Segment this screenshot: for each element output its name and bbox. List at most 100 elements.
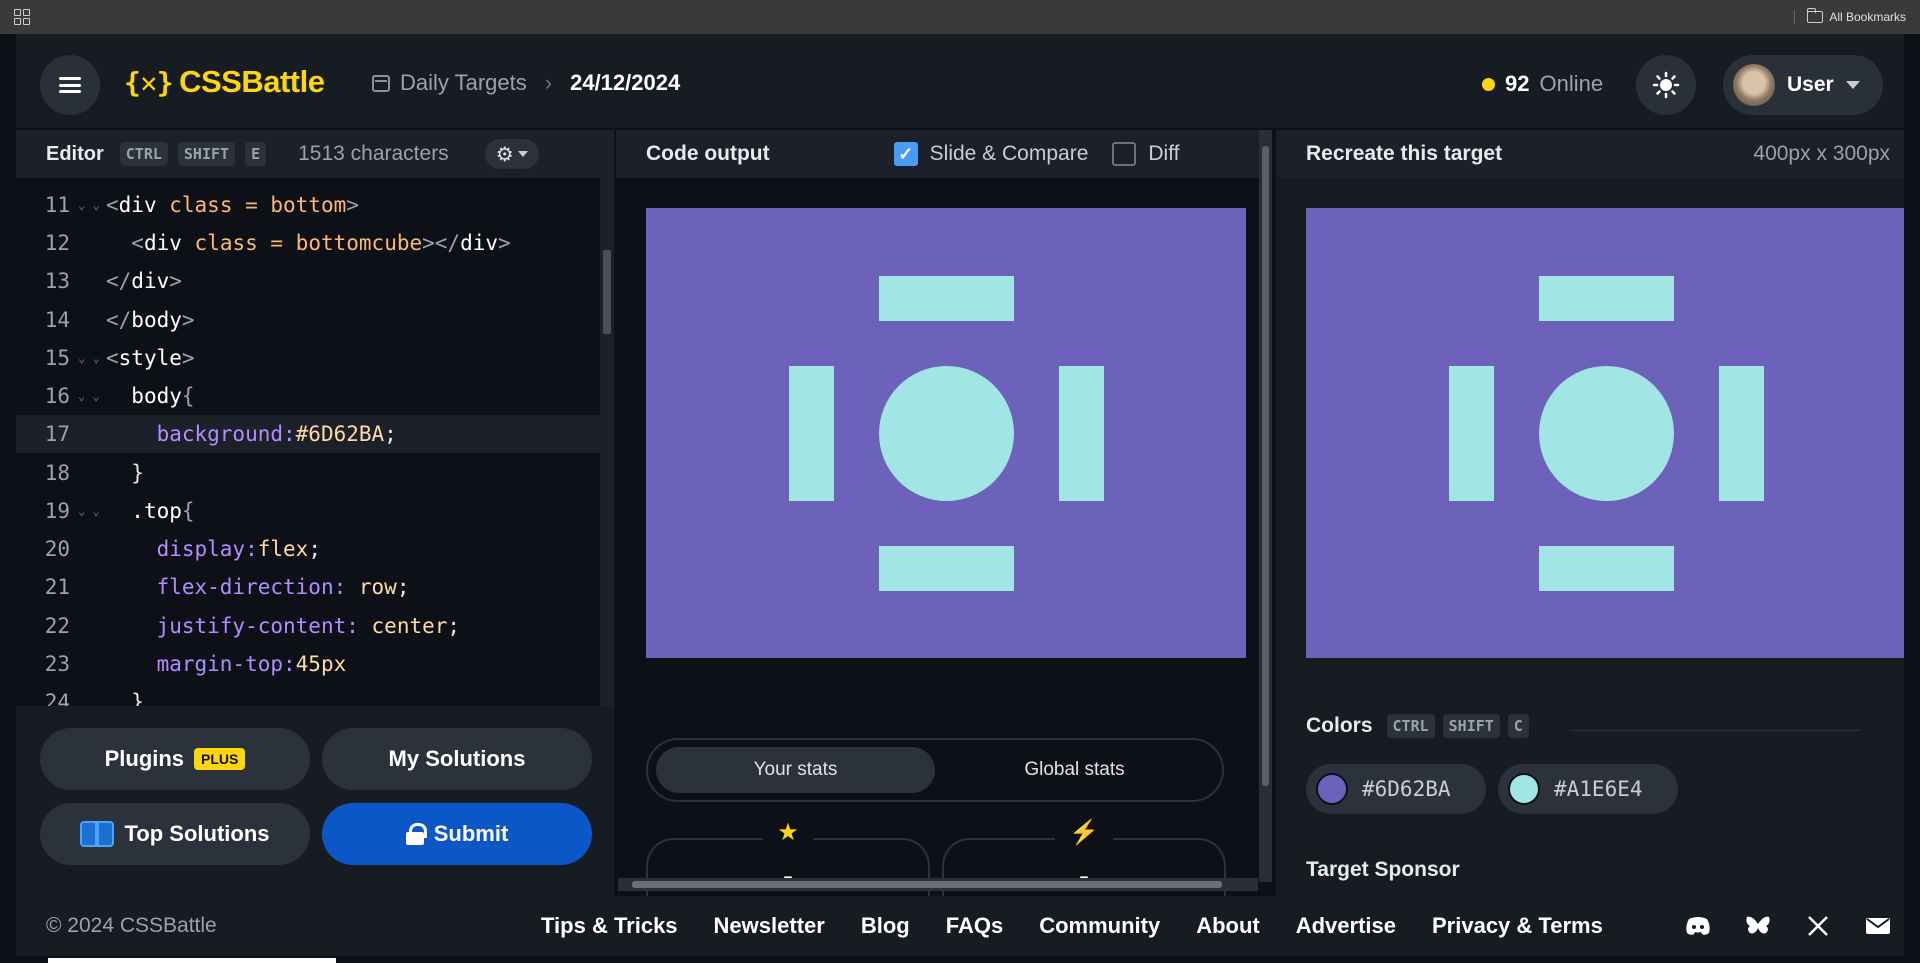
menu-icon [59, 77, 81, 93]
diff-checkbox[interactable] [1112, 142, 1137, 166]
right-rectangle [1059, 366, 1104, 501]
logo[interactable]: {✕} CSSBattle [124, 64, 325, 100]
footer-link-privacy[interactable]: Privacy & Terms [1432, 913, 1603, 939]
target-header: Recreate this target 400px x 300px [1276, 130, 1904, 178]
discord-icon[interactable] [1684, 914, 1712, 938]
breadcrumb-daily-targets[interactable]: Daily Targets [400, 70, 527, 96]
colors-title: Colors [1306, 714, 1373, 737]
editor-scrollbar-thumb[interactable] [603, 250, 611, 334]
footer-link-community[interactable]: Community [1039, 913, 1160, 939]
code-line[interactable]: 17 background:#6D62BA; [16, 415, 600, 453]
color-swatch[interactable]: #6D62BA [1306, 764, 1486, 814]
code-output-canvas[interactable] [646, 208, 1246, 658]
code-line[interactable]: 22 justify-content: center; [16, 607, 600, 645]
code-line[interactable]: 16 ⌄ ⌄ body{ [16, 377, 600, 415]
code-text: flex-direction: row; [156, 575, 410, 599]
shortcut-key: SHIFT [1442, 714, 1500, 738]
shortcut-key: CTRL [119, 142, 168, 166]
plugins-button[interactable]: Plugins PLUS [40, 728, 310, 790]
user-menu-button[interactable]: User [1723, 55, 1883, 115]
logo-mark: {✕} [124, 65, 174, 99]
code-text: <style> [106, 346, 195, 370]
code-text: } [106, 461, 144, 485]
fold-chevron-icon[interactable]: ⌄ ⌄ [70, 351, 106, 365]
mail-icon[interactable] [1864, 914, 1892, 938]
code-line[interactable]: 12 <div class = bottomcube></div> [16, 224, 600, 262]
color-hex: #6D62BA [1362, 777, 1451, 801]
line-number: 13 [44, 269, 70, 293]
output-vertical-scrollbar[interactable] [1259, 130, 1272, 882]
top-solutions-button[interactable]: Top Solutions [40, 803, 310, 865]
code-line[interactable]: 19 ⌄ ⌄ .top{ [16, 492, 600, 530]
my-solutions-label: My Solutions [388, 746, 526, 771]
colors-heading: Colors CTRL SHIFT C [1306, 714, 1529, 738]
output-horizontal-scrollbar-thumb[interactable] [632, 881, 1222, 888]
menu-button[interactable] [40, 55, 100, 115]
code-line[interactable]: 13 </div> [16, 262, 600, 300]
breadcrumb-current-date: 24/12/2024 [570, 70, 681, 95]
plugins-label: Plugins [104, 746, 185, 771]
tab-global-stats[interactable]: Global stats [935, 747, 1214, 793]
footer-link-blog[interactable]: Blog [861, 913, 910, 939]
theme-toggle-button[interactable] [1636, 55, 1696, 115]
all-bookmarks-button[interactable]: All Bookmarks [1794, 8, 1906, 24]
slide-compare-toggle[interactable]: ✓ Slide & Compare [893, 142, 1088, 166]
submit-button[interactable]: Submit [322, 803, 592, 865]
editor-title: Editor [46, 142, 104, 165]
color-hex: #A1E6E4 [1554, 777, 1643, 801]
target-image[interactable] [1306, 208, 1904, 658]
code-line[interactable]: 23 margin-top:45px [16, 645, 600, 683]
code-text: background:#6D62BA; [156, 422, 397, 446]
code-editor[interactable]: 11 ⌄ ⌄ <div class = bottom> 12 <div class =… [16, 178, 614, 706]
footer-link-about[interactable]: About [1196, 913, 1260, 939]
footer-link-faqs[interactable]: FAQs [946, 913, 1003, 939]
bluesky-icon[interactable] [1744, 914, 1772, 938]
line-number: 16 [44, 384, 70, 408]
diff-label: Diff [1148, 142, 1180, 165]
code-line[interactable]: 11 ⌄ ⌄ <div class = bottom> [16, 186, 600, 224]
line-number: 23 [44, 652, 70, 676]
target-title: Recreate this target [1306, 142, 1503, 165]
x-icon[interactable] [1804, 914, 1832, 938]
character-count: 1513 characters [298, 142, 449, 165]
output-horizontal-scrollbar[interactable] [618, 878, 1258, 891]
line-number: 14 [44, 308, 70, 332]
user-name: User [1787, 73, 1834, 96]
code-line[interactable]: 14 </body> [16, 301, 600, 339]
footer-link-advertise[interactable]: Advertise [1296, 913, 1396, 939]
code-line[interactable]: 21 flex-direction: row; [16, 568, 600, 606]
color-swatch[interactable]: #A1E6E4 [1498, 764, 1678, 814]
fold-chevron-icon[interactable]: ⌄ ⌄ [70, 198, 106, 212]
line-number: 21 [44, 575, 70, 599]
fold-chevron-icon[interactable]: ⌄ ⌄ [70, 504, 106, 518]
code-line[interactable]: 15 ⌄ ⌄ <style> [16, 339, 600, 377]
top-navbar: {✕} CSSBattle Daily Targets › 24/12/2024… [16, 34, 1904, 128]
code-text: margin-top:45px [156, 652, 347, 676]
footer-link-newsletter[interactable]: Newsletter [714, 913, 825, 939]
code-line[interactable]: 24 } [16, 683, 600, 706]
code-text: </body> [106, 308, 195, 332]
sun-icon [1652, 71, 1680, 99]
shortcut-key: E [245, 142, 267, 166]
chevron-down-icon [517, 151, 528, 157]
copyright: © 2024 CSSBattle [46, 914, 217, 937]
line-number: 24 [44, 690, 70, 706]
output-header: Code output ✓ Slide & Compare Diff [616, 130, 1272, 178]
fold-chevron-icon[interactable]: ⌄ ⌄ [70, 389, 106, 403]
diff-toggle[interactable]: Diff [1112, 142, 1180, 166]
colors-divider [1570, 730, 1860, 731]
output-vertical-scrollbar-thumb[interactable] [1262, 146, 1269, 786]
slide-compare-checkbox[interactable]: ✓ [893, 142, 918, 166]
apps-icon[interactable] [14, 9, 30, 25]
tab-your-stats[interactable]: Your stats [656, 747, 935, 793]
code-line[interactable]: 18 } [16, 454, 600, 492]
online-dot-icon [1482, 77, 1495, 91]
editor-scrollbar[interactable] [600, 178, 614, 706]
my-solutions-button[interactable]: My Solutions [322, 728, 592, 790]
editor-header: Editor CTRL SHIFT E 1513 characters ⚙ [16, 130, 614, 178]
code-text: display:flex; [156, 537, 321, 561]
code-line[interactable]: 20 display:flex; [16, 530, 600, 568]
editor-settings-button[interactable]: ⚙ [484, 139, 539, 169]
footer-link-tips[interactable]: Tips & Tricks [541, 913, 678, 939]
center-circle [1539, 366, 1674, 501]
